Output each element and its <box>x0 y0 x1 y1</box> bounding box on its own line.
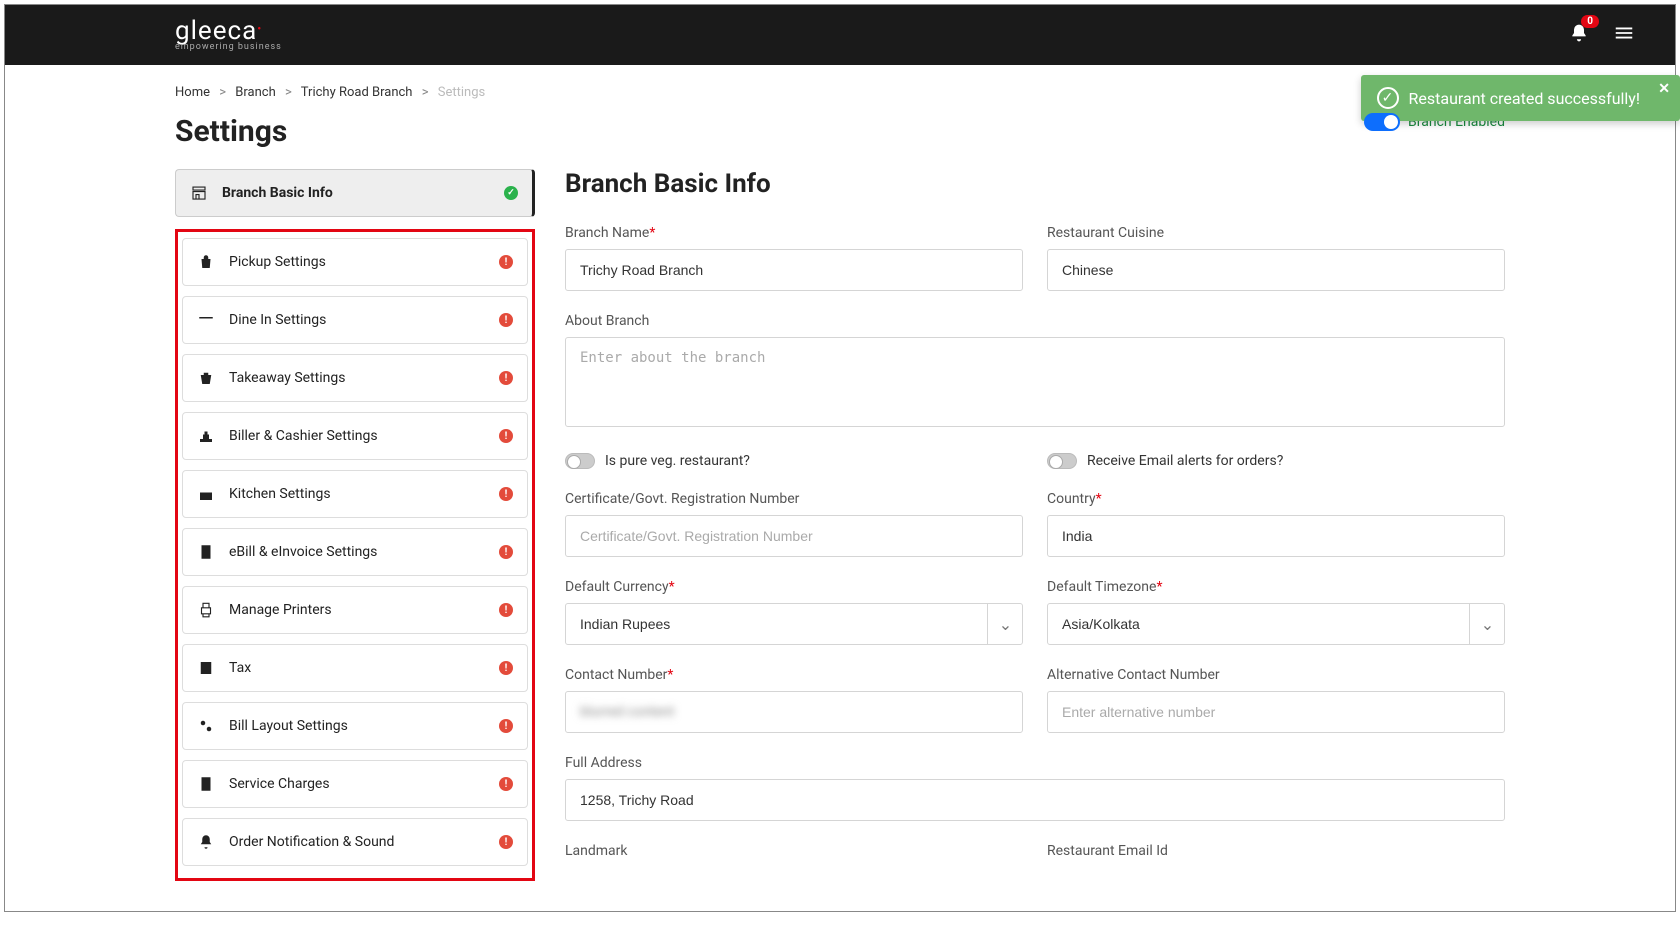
email-alerts-toggle[interactable] <box>1047 453 1077 469</box>
branch-name-input[interactable] <box>565 249 1023 291</box>
sidebar-item-pickup-settings[interactable]: Pickup Settings <box>182 238 528 286</box>
notification-badge: 0 <box>1581 15 1599 28</box>
cert-input[interactable] <box>565 515 1023 557</box>
sidebar-highlight-group: Pickup Settings Dine In Settings Takeawa… <box>175 229 535 881</box>
bag-icon <box>197 253 215 271</box>
breadcrumb-home[interactable]: Home <box>175 85 210 100</box>
cuisine-input[interactable] <box>1047 249 1505 291</box>
status-warn-icon <box>499 371 513 385</box>
toast-message: Restaurant created successfully! <box>1409 89 1640 108</box>
sidebar-item-label: Branch Basic Info <box>222 185 490 201</box>
status-warn-icon <box>499 835 513 849</box>
sidebar-item-label: Pickup Settings <box>229 254 485 270</box>
alt-contact-input[interactable] <box>1047 691 1505 733</box>
invoice-icon <box>197 543 215 561</box>
layout-icon <box>197 717 215 735</box>
sidebar-item-label: Biller & Cashier Settings <box>229 428 485 444</box>
status-warn-icon <box>499 487 513 501</box>
country-label: Country* <box>1047 491 1505 507</box>
sidebar-item-label: Takeaway Settings <box>229 370 485 386</box>
status-warn-icon <box>499 429 513 443</box>
hamburger-icon <box>1613 22 1635 44</box>
check-icon <box>1377 87 1399 109</box>
breadcrumb: Home > Branch > Trichy Road Branch > Set… <box>175 85 1505 100</box>
kitchen-icon <box>197 485 215 503</box>
breadcrumb-current: Settings <box>438 85 485 100</box>
breadcrumb-branch[interactable]: Branch <box>235 85 275 100</box>
contact-label: Contact Number* <box>565 667 1023 683</box>
form-panel: Branch Basic Info Branch Name* Restauran… <box>565 169 1505 881</box>
success-toast: Restaurant created successfully! ✕ <box>1361 75 1680 121</box>
app-header: gleeca• empowering business 0 <box>5 5 1675 65</box>
branch-enabled-toggle[interactable] <box>1364 113 1400 131</box>
address-label: Full Address <box>565 755 1505 771</box>
country-input[interactable] <box>1047 515 1505 557</box>
about-branch-textarea[interactable] <box>565 337 1505 427</box>
branch-name-label: Branch Name* <box>565 225 1023 241</box>
sidebar-item-label: eBill & eInvoice Settings <box>229 544 485 560</box>
status-warn-icon <box>499 603 513 617</box>
about-branch-label: About Branch <box>565 313 1505 329</box>
status-warn-icon <box>499 777 513 791</box>
sidebar-item-bill-layout-settings[interactable]: Bill Layout Settings <box>182 702 528 750</box>
menu-button[interactable] <box>1613 22 1635 48</box>
status-warn-icon <box>499 255 513 269</box>
toast-close[interactable]: ✕ <box>1658 81 1670 97</box>
cashier-icon <box>197 427 215 445</box>
takeaway-icon <box>197 369 215 387</box>
sidebar-item-kitchen-settings[interactable]: Kitchen Settings <box>182 470 528 518</box>
printer-icon <box>197 601 215 619</box>
store-icon <box>190 184 208 202</box>
page-title: Settings <box>175 114 287 149</box>
sidebar-item-takeaway-settings[interactable]: Takeaway Settings <box>182 354 528 402</box>
breadcrumb-branch-name[interactable]: Trichy Road Branch <box>301 85 413 100</box>
form-section-title: Branch Basic Info <box>565 169 1505 199</box>
currency-select[interactable] <box>565 603 1023 645</box>
table-icon <box>197 311 215 329</box>
tax-icon <box>197 659 215 677</box>
sidebar-item-branch-basic-info[interactable]: Branch Basic Info <box>175 169 535 217</box>
sidebar-item-manage-printers[interactable]: Manage Printers <box>182 586 528 634</box>
timezone-select[interactable] <box>1047 603 1505 645</box>
sidebar-item-dine-in-settings[interactable]: Dine In Settings <box>182 296 528 344</box>
sidebar-item-label: Service Charges <box>229 776 485 792</box>
status-warn-icon <box>499 719 513 733</box>
status-warn-icon <box>499 313 513 327</box>
status-warn-icon <box>499 545 513 559</box>
sidebar-item-label: Bill Layout Settings <box>229 718 485 734</box>
sidebar-item-biller-cashier-settings[interactable]: Biller & Cashier Settings <box>182 412 528 460</box>
notification-bell[interactable]: 0 <box>1569 23 1589 47</box>
email-alerts-label: Receive Email alerts for orders? <box>1087 453 1283 469</box>
restaurant-email-label: Restaurant Email Id <box>1047 843 1505 859</box>
sidebar-item-tax[interactable]: Tax <box>182 644 528 692</box>
settings-sidebar: Branch Basic Info Pickup Settings Dine I… <box>175 169 535 881</box>
sidebar-item-label: Manage Printers <box>229 602 485 618</box>
brand-logo: gleeca• empowering business <box>175 18 282 52</box>
sidebar-item-label: Order Notification & Sound <box>229 834 485 850</box>
contact-input[interactable]: blurred content <box>565 691 1023 733</box>
brand-tagline: empowering business <box>175 42 282 52</box>
sidebar-item-order-notification-sound[interactable]: Order Notification & Sound <box>182 818 528 866</box>
pure-veg-toggle[interactable] <box>565 453 595 469</box>
status-warn-icon <box>499 661 513 675</box>
currency-label: Default Currency* <box>565 579 1023 595</box>
sidebar-item-service-charges[interactable]: Service Charges <box>182 760 528 808</box>
bell-sound-icon <box>197 833 215 851</box>
address-input[interactable] <box>565 779 1505 821</box>
cert-label: Certificate/Govt. Registration Number <box>565 491 1023 507</box>
sidebar-item-ebill-einvoice-settings[interactable]: eBill & eInvoice Settings <box>182 528 528 576</box>
sidebar-item-label: Kitchen Settings <box>229 486 485 502</box>
sidebar-item-label: Dine In Settings <box>229 312 485 328</box>
status-ok-icon <box>504 186 518 200</box>
landmark-label: Landmark <box>565 843 1023 859</box>
pure-veg-label: Is pure veg. restaurant? <box>605 453 750 469</box>
cuisine-label: Restaurant Cuisine <box>1047 225 1505 241</box>
alt-contact-label: Alternative Contact Number <box>1047 667 1505 683</box>
timezone-label: Default Timezone* <box>1047 579 1505 595</box>
sidebar-item-label: Tax <box>229 660 485 676</box>
service-icon <box>197 775 215 793</box>
